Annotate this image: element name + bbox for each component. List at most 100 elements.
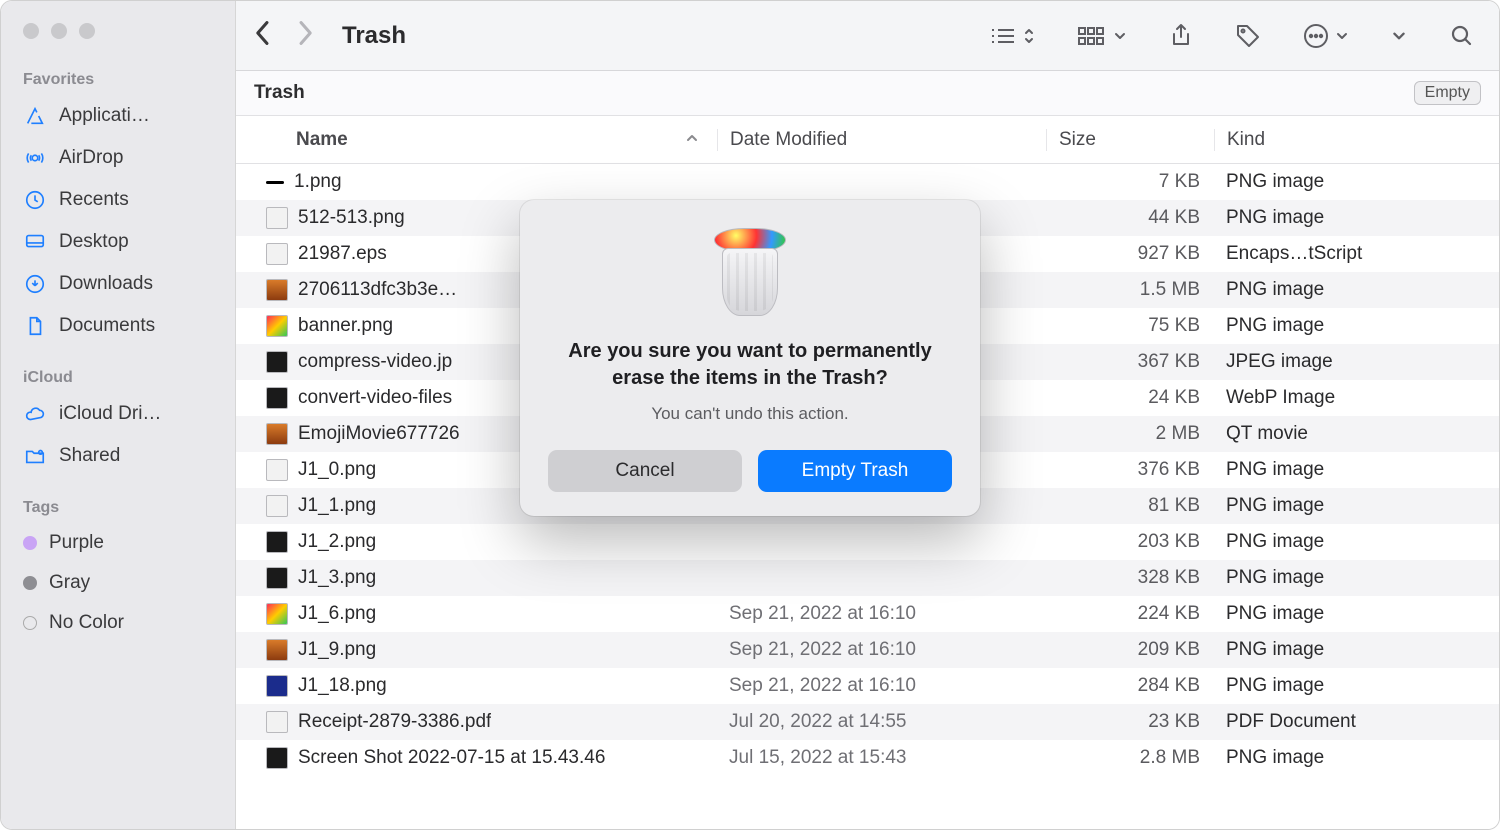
table-row[interactable]: J1_9.pngSep 21, 2022 at 16:10209 KBPNG i… xyxy=(236,632,1499,668)
group-by-button[interactable] xyxy=(1077,25,1127,47)
file-icon xyxy=(266,567,288,589)
file-size: 328 KB xyxy=(1046,567,1214,589)
sidebar: Favorites Applicati… AirDrop Recents Des… xyxy=(1,1,236,829)
nav-back-button[interactable] xyxy=(254,20,272,51)
sidebar-tag-purple[interactable]: Purple xyxy=(1,523,235,563)
file-name: Receipt-2879-3386.pdf xyxy=(298,711,491,733)
file-name: J1_2.png xyxy=(298,531,376,553)
sidebar-item-airdrop[interactable]: AirDrop xyxy=(1,137,235,179)
file-icon xyxy=(266,351,288,373)
download-icon xyxy=(23,272,47,296)
file-icon xyxy=(266,747,288,769)
sidebar-item-documents[interactable]: Documents xyxy=(1,305,235,347)
empty-trash-dialog: Are you sure you want to permanently era… xyxy=(520,200,980,516)
file-icon xyxy=(266,603,288,625)
location-bar: Trash Empty xyxy=(236,71,1499,116)
table-row[interactable]: J1_2.png 203 KBPNG image xyxy=(236,524,1499,560)
file-name: banner.png xyxy=(298,315,393,337)
share-button[interactable] xyxy=(1169,22,1193,50)
file-name: Screen Shot 2022-07-15 at 15.43.46 xyxy=(298,747,605,769)
zoom-window-button[interactable] xyxy=(79,23,95,39)
file-icon xyxy=(266,207,288,229)
file-name: 512-513.png xyxy=(298,207,405,229)
file-kind: WebP Image xyxy=(1214,387,1499,409)
file-icon xyxy=(266,279,288,301)
cancel-button[interactable]: Cancel xyxy=(548,450,742,492)
close-window-button[interactable] xyxy=(23,23,39,39)
window-controls xyxy=(1,17,235,63)
file-kind: PNG image xyxy=(1214,531,1499,553)
file-kind: PNG image xyxy=(1214,567,1499,589)
empty-trash-confirm-button[interactable]: Empty Trash xyxy=(758,450,952,492)
file-date: Jul 15, 2022 at 15:43 xyxy=(717,747,1046,769)
view-list-button[interactable] xyxy=(989,25,1035,47)
tags-button[interactable] xyxy=(1235,23,1261,49)
file-kind: PNG image xyxy=(1214,207,1499,229)
nav-forward-button[interactable] xyxy=(296,20,314,51)
minimize-window-button[interactable] xyxy=(51,23,67,39)
file-kind: PNG image xyxy=(1214,459,1499,481)
toolbar-overflow-button[interactable] xyxy=(1391,28,1407,44)
file-name: convert-video-files xyxy=(298,387,452,409)
file-size: 224 KB xyxy=(1046,603,1214,625)
sidebar-item-applications[interactable]: Applicati… xyxy=(1,95,235,137)
column-header-date[interactable]: Date Modified xyxy=(717,129,1046,151)
sidebar-item-downloads[interactable]: Downloads xyxy=(1,263,235,305)
sidebar-item-shared[interactable]: Shared xyxy=(1,435,235,477)
tag-dot-icon xyxy=(23,536,37,550)
column-header-name[interactable]: Name xyxy=(254,129,717,151)
column-header-size[interactable]: Size xyxy=(1046,129,1214,151)
search-button[interactable] xyxy=(1449,23,1475,49)
file-name: J1_6.png xyxy=(298,603,376,625)
sidebar-item-desktop[interactable]: Desktop xyxy=(1,221,235,263)
table-row[interactable]: Receipt-2879-3386.pdfJul 20, 2022 at 14:… xyxy=(236,704,1499,740)
desktop-icon xyxy=(23,230,47,254)
trash-full-icon xyxy=(714,226,786,316)
sidebar-item-recents[interactable]: Recents xyxy=(1,179,235,221)
file-icon xyxy=(266,459,288,481)
table-row[interactable]: J1_3.png 328 KBPNG image xyxy=(236,560,1499,596)
file-name: 21987.eps xyxy=(298,243,387,265)
file-kind: PNG image xyxy=(1214,315,1499,337)
toolbar-title: Trash xyxy=(342,22,406,50)
file-size: 209 KB xyxy=(1046,639,1214,661)
sidebar-tag-no-color[interactable]: No Color xyxy=(1,603,235,643)
file-icon xyxy=(266,181,284,184)
location-title: Trash xyxy=(254,82,305,104)
file-icon xyxy=(266,243,288,265)
column-header-kind[interactable]: Kind xyxy=(1214,129,1499,151)
file-kind: PNG image xyxy=(1214,639,1499,661)
file-size: 203 KB xyxy=(1046,531,1214,553)
table-row[interactable]: J1_18.pngSep 21, 2022 at 16:10284 KBPNG … xyxy=(236,668,1499,704)
file-kind: PNG image xyxy=(1214,495,1499,517)
sidebar-tag-gray[interactable]: Gray xyxy=(1,563,235,603)
file-kind: PNG image xyxy=(1214,603,1499,625)
file-name: J1_9.png xyxy=(298,639,376,661)
file-kind: QT movie xyxy=(1214,423,1499,445)
file-size: 24 KB xyxy=(1046,387,1214,409)
file-name: compress-video.jp xyxy=(298,351,452,373)
table-row[interactable]: Screen Shot 2022-07-15 at 15.43.46 Jul 15… xyxy=(236,740,1499,776)
file-size: 284 KB xyxy=(1046,675,1214,697)
file-size: 44 KB xyxy=(1046,207,1214,229)
empty-trash-button[interactable]: Empty xyxy=(1414,81,1481,105)
file-icon xyxy=(266,423,288,445)
file-date: Sep 21, 2022 at 16:10 xyxy=(717,675,1046,697)
file-kind: PNG image xyxy=(1214,279,1499,301)
applications-icon xyxy=(23,104,47,128)
file-name: J1_1.png xyxy=(298,495,376,517)
table-row[interactable]: 1.png7 KBPNG image xyxy=(236,164,1499,200)
file-kind: Encaps…tScript xyxy=(1214,243,1499,265)
file-date: Sep 21, 2022 at 16:10 xyxy=(717,603,1046,625)
file-name: J1_0.png xyxy=(298,459,376,481)
file-size: 367 KB xyxy=(1046,351,1214,373)
file-size: 927 KB xyxy=(1046,243,1214,265)
document-icon xyxy=(23,314,47,338)
tag-dot-icon xyxy=(23,616,37,630)
file-kind: PNG image xyxy=(1214,675,1499,697)
table-row[interactable]: J1_6.png Sep 21, 2022 at 16:10224 KBPNG i… xyxy=(236,596,1499,632)
file-name: J1_3.png xyxy=(298,567,376,589)
sidebar-item-icloud-drive[interactable]: iCloud Dri… xyxy=(1,393,235,435)
more-actions-button[interactable] xyxy=(1303,23,1349,49)
file-size: 81 KB xyxy=(1046,495,1214,517)
